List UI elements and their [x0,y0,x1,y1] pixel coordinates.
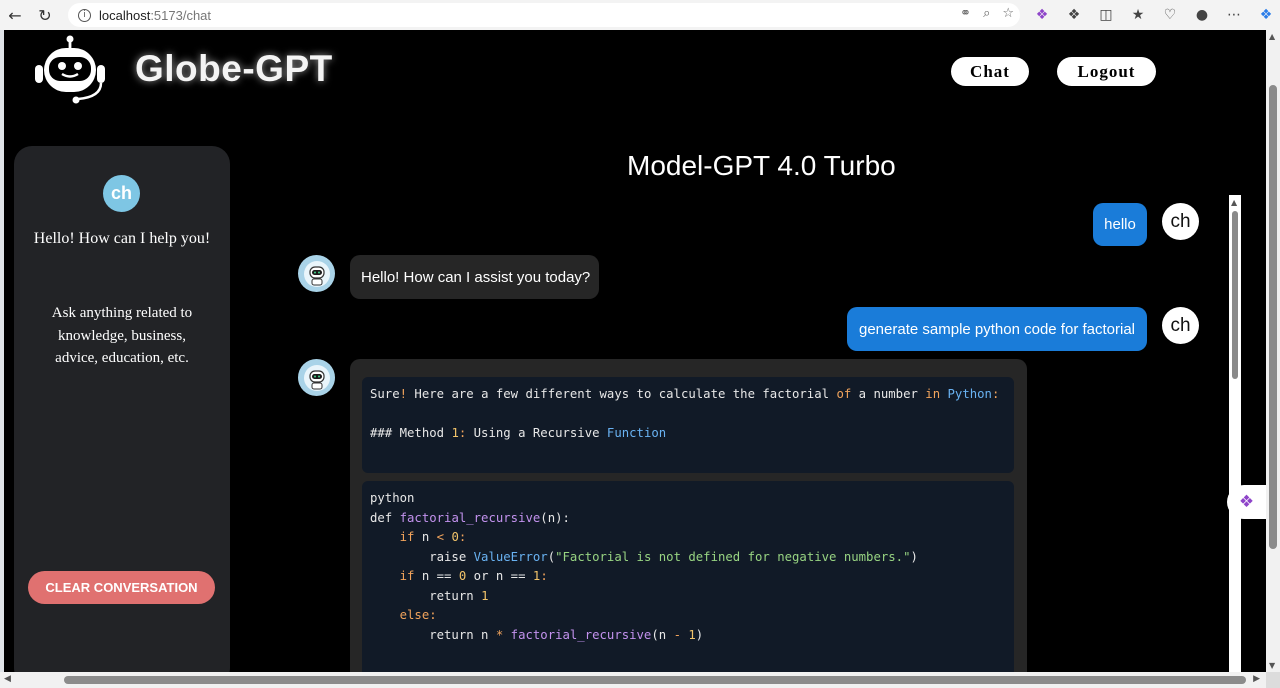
vertical-scroll-thumb[interactable] [1269,85,1277,549]
favorites-icon[interactable]: ★ [1126,3,1150,27]
page-horizontal-scrollbar[interactable]: ◀ ▶ [0,672,1266,688]
page-vertical-scrollbar[interactable]: ▲ ▼ [1266,30,1280,672]
scroll-left-icon[interactable]: ◀ [4,674,11,684]
clear-conversation-button[interactable]: CLEAR CONVERSATION [28,571,215,604]
nav-chat-button[interactable]: Chat [951,57,1029,86]
url-path: :5173/chat [150,7,212,23]
scrollbar-corner [1266,672,1280,688]
more-menu-icon[interactable]: ⋯ [1222,3,1246,27]
user-message: generate sample python code for factoria… [847,307,1147,351]
scroll-right-icon[interactable]: ▶ [1253,674,1260,684]
health-icon[interactable]: ♡ [1158,3,1182,27]
sidebar-greeting: Hello! How can I help you! [33,230,211,247]
chat-scroll-thumb[interactable] [1232,211,1238,379]
horizontal-scroll-thumb[interactable] [64,676,1246,684]
favorite-star-icon[interactable]: ☆ [1002,6,1014,21]
chat-title: Model-GPT 4.0 Turbo [627,150,896,181]
scroll-up-icon[interactable]: ▲ [1231,198,1237,207]
profile-icon[interactable]: ● [1190,3,1214,27]
scroll-up-icon[interactable]: ▲ [1269,32,1275,41]
sidebar: ch Hello! How can I help you! Ask anythi… [14,146,230,672]
user-avatar: ch [1162,307,1199,344]
split-screen-icon[interactable]: ◫ [1094,3,1118,27]
code-block-intro: Sure! Here are a few different ways to c… [362,377,1014,473]
zoom-icon[interactable]: ⌕ [983,6,990,21]
bot-code-message: Sure! Here are a few different ways to c… [350,359,1027,672]
nav-logout-button[interactable]: Logout [1057,57,1156,86]
robot-logo-icon [35,35,105,104]
user-avatar: ch [1162,203,1199,240]
user-message: hello [1093,203,1147,246]
site-info-icon[interactable]: i [78,8,91,22]
bot-avatar-icon [298,359,335,396]
bot-avatar-icon [298,255,335,292]
floating-extension-icon[interactable]: ❖ [1227,485,1266,519]
browser-toolbar: ← ↻ i localhost:5173/chat ⚭ ⌕ ☆ ❖ ❖ ◫ ★ … [0,0,1280,30]
url-host: localhost [99,7,151,23]
page-viewport: Globe-GPT Chat Logout ch Hello! How can … [4,30,1266,672]
reload-icon[interactable]: ↻ [30,0,60,30]
user-avatar: ch [103,175,140,212]
copilot-icon[interactable]: ❖ [1254,3,1278,27]
key-icon[interactable]: ⚭ [960,6,971,21]
address-bar[interactable]: i localhost:5173/chat ⚭ ⌕ ☆ [68,3,1020,27]
chat-scrollbar[interactable]: ▲ [1229,195,1241,672]
scroll-down-icon[interactable]: ▼ [1269,661,1275,670]
code-block-python: python def factorial_recursive(n): if n … [362,481,1014,672]
extension-copilot-icon[interactable]: ❖ [1030,3,1054,27]
sidebar-info: Ask anything related to knowledge, busin… [51,305,193,366]
extensions-puzzle-icon[interactable]: ❖ [1062,3,1086,27]
brand-title: Globe-GPT [135,48,333,89]
bot-message: Hello! How can I assist you today? [350,255,599,299]
back-icon[interactable]: ← [0,0,30,30]
